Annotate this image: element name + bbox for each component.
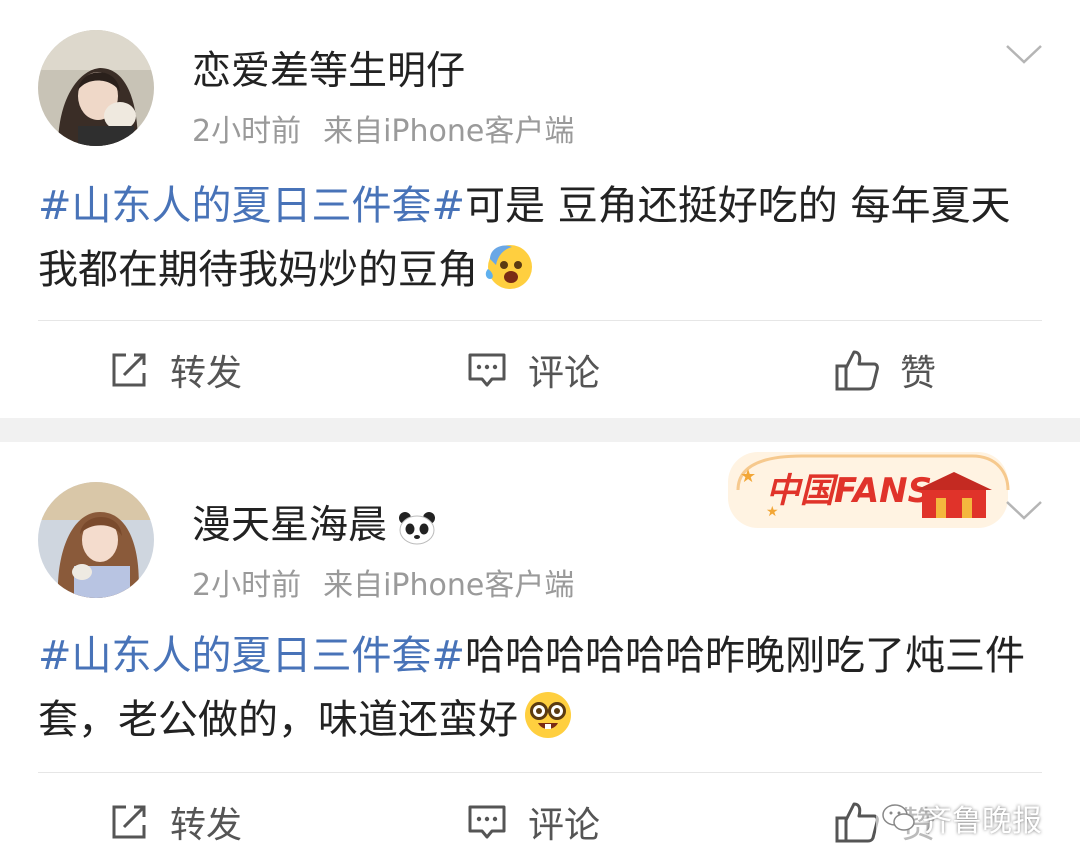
repost-button[interactable]: 转发 <box>108 796 242 848</box>
repost-label: 转发 <box>170 805 243 846</box>
comment-icon <box>468 353 506 387</box>
avatar[interactable] <box>38 482 154 598</box>
china-fans-badge: ★ ★ 中国FANS <box>722 446 1014 534</box>
hashtag-link[interactable]: #山东人的夏日三件套# <box>38 633 465 679</box>
post-source: 来自iPhone客户端 <box>323 568 575 603</box>
watermark-text: 齐鲁晚报 <box>922 804 1042 839</box>
post-meta: 2小时前 来自iPhone客户端 <box>192 560 574 604</box>
thumbs-up-icon <box>835 350 879 391</box>
post-meta: 2小时前 来自iPhone客户端 <box>192 106 574 150</box>
hot-face-emoji <box>482 239 534 310</box>
nerd-face-emoji <box>522 689 574 760</box>
chevron-down-icon[interactable] <box>1004 498 1044 522</box>
repost-icon <box>112 353 146 387</box>
comment-icon <box>468 805 506 839</box>
username[interactable]: 恋爱差等生明仔 <box>192 40 465 96</box>
username[interactable]: 漫天星海晨 <box>192 494 437 550</box>
post-content: #山东人的夏日三件套#哈哈哈哈哈哈昨晚刚吃了炖三件套，老公做的，味道还蛮好 <box>38 624 1048 760</box>
divider <box>38 320 1042 321</box>
comment-button[interactable]: 评论 <box>466 796 600 848</box>
wechat-icon <box>882 804 915 831</box>
comment-button[interactable]: 评论 <box>466 344 600 396</box>
thumbs-up-icon <box>835 802 879 843</box>
post-content: #山东人的夏日三件套#可是 豆角还挺好吃的 每年夏天我都在期待我妈炒的豆角 <box>38 174 1048 310</box>
comment-label: 评论 <box>528 353 601 394</box>
post-source: 来自iPhone客户端 <box>323 114 575 149</box>
post-time: 2小时前 <box>192 568 302 603</box>
repost-icon <box>112 805 146 839</box>
hashtag-link[interactable]: #山东人的夏日三件套# <box>38 183 465 229</box>
divider <box>38 772 1042 773</box>
repost-button[interactable]: 转发 <box>108 344 242 396</box>
comment-label: 评论 <box>528 805 601 846</box>
panda-icon <box>399 511 436 544</box>
badge-text: 中国FANS <box>766 471 932 511</box>
like-label: 赞 <box>900 353 937 394</box>
like-button[interactable]: 赞 <box>834 344 936 396</box>
svg-text:★: ★ <box>740 466 756 487</box>
chevron-down-icon[interactable] <box>1004 42 1044 66</box>
post-separator <box>0 418 1080 442</box>
newspaper-watermark: 齐鲁晚报 <box>876 794 1048 842</box>
avatar[interactable] <box>38 30 154 146</box>
post-time: 2小时前 <box>192 114 302 149</box>
repost-label: 转发 <box>170 353 243 394</box>
weibo-post: 恋爱差等生明仔 2小时前 来自iPhone客户端 #山东人的夏日三件套#可是 豆角… <box>0 0 1080 418</box>
